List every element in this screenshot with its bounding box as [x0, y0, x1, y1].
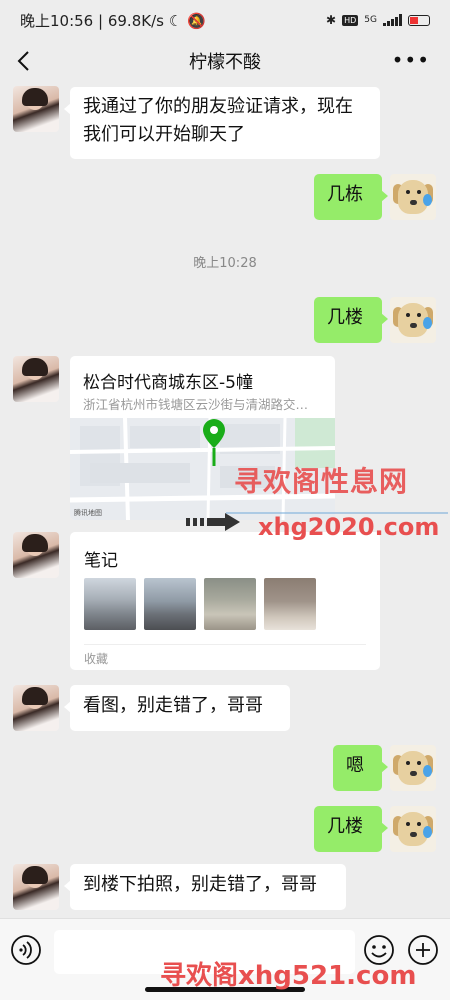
- hd-badge: HD: [342, 14, 359, 26]
- self-avatar[interactable]: [390, 297, 436, 343]
- message-bubble[interactable]: 我通过了你的朋友验证请求，现在 我们可以开始聊天了: [64, 87, 380, 159]
- location-title: 松合时代商城东区-5幢: [83, 373, 253, 393]
- message-bubble[interactable]: 看图，别走错了，哥哥: [64, 685, 290, 731]
- self-avatar[interactable]: [390, 174, 436, 220]
- note-footer: 收藏: [84, 652, 109, 666]
- watermark-url: xhg2020.com: [258, 513, 440, 541]
- note-photo[interactable]: [264, 578, 316, 630]
- contact-avatar[interactable]: [13, 86, 59, 132]
- message-text: 到楼下拍照，别走错了，哥哥: [83, 874, 317, 895]
- status-left: 晚上10:56 | 69.8K/s ☾ 🔕: [20, 11, 206, 30]
- message-text: 看图，别走错了，哥哥: [83, 695, 263, 716]
- message-bubble-self[interactable]: 嗯: [333, 745, 388, 791]
- note-photo[interactable]: [84, 578, 136, 630]
- signal-icon: [383, 14, 402, 26]
- status-right: ✱ HD 5G: [326, 13, 430, 27]
- note-photo[interactable]: [144, 578, 196, 630]
- message-text: 几楼: [327, 307, 363, 328]
- note-thumbnails: [84, 578, 316, 630]
- back-arrow-icon[interactable]: [12, 48, 38, 74]
- location-address: 浙江省杭州市钱塘区云沙街与清湖路交…: [83, 397, 309, 412]
- message-text: 几楼: [327, 816, 363, 837]
- network-speed: 69.8K/s: [107, 11, 164, 30]
- more-options-icon[interactable]: •••: [392, 50, 430, 70]
- message-timestamp: 晚上10:28: [193, 256, 257, 271]
- message-bubble-self[interactable]: 几栋: [314, 174, 388, 220]
- message-text: 我们可以开始聊天了: [83, 124, 245, 145]
- message-bubble[interactable]: 到楼下拍照，别走错了，哥哥: [64, 864, 346, 910]
- battery-icon: [408, 14, 430, 26]
- network-type: 5G: [364, 15, 377, 25]
- message-text: 我通过了你的朋友验证请求，现在: [83, 96, 353, 117]
- mute-bell-icon: 🔕: [186, 11, 206, 30]
- map-provider-label: 腾讯地图: [74, 509, 102, 517]
- contact-avatar[interactable]: [13, 356, 59, 402]
- bluetooth-icon: ✱: [326, 13, 337, 27]
- contact-avatar[interactable]: [13, 685, 59, 731]
- moon-icon: ☾: [168, 11, 183, 30]
- contact-avatar[interactable]: [13, 864, 59, 910]
- note-title: 笔记: [84, 551, 118, 571]
- message-bubble-self[interactable]: 几楼: [314, 806, 388, 852]
- note-photo[interactable]: [204, 578, 256, 630]
- note-divider: [84, 644, 366, 645]
- voice-input-icon[interactable]: [10, 934, 42, 966]
- chat-header: 柠檬不酸 •••: [0, 40, 450, 82]
- status-bar: 晚上10:56 | 69.8K/s ☾ 🔕 ✱ HD 5G: [0, 0, 450, 40]
- self-avatar[interactable]: [390, 745, 436, 791]
- watermark-text: 寻欢阁性息网: [234, 465, 409, 498]
- self-avatar[interactable]: [390, 806, 436, 852]
- message-bubble-self[interactable]: 几楼: [314, 297, 388, 343]
- status-time: 晚上10:56: [20, 11, 94, 30]
- contact-avatar[interactable]: [13, 532, 59, 578]
- watermark-footer: 寻欢阁xhg521.com: [160, 961, 417, 991]
- note-card[interactable]: 笔记 收藏: [70, 532, 380, 670]
- message-text: 嗯: [346, 755, 364, 776]
- message-text: 几栋: [327, 184, 363, 205]
- chat-screen: 晚上10:56 | 69.8K/s ☾ 🔕 ✱ HD 5G 柠檬不酸 ••• 我…: [0, 0, 450, 1000]
- chat-title: 柠檬不酸: [189, 52, 261, 73]
